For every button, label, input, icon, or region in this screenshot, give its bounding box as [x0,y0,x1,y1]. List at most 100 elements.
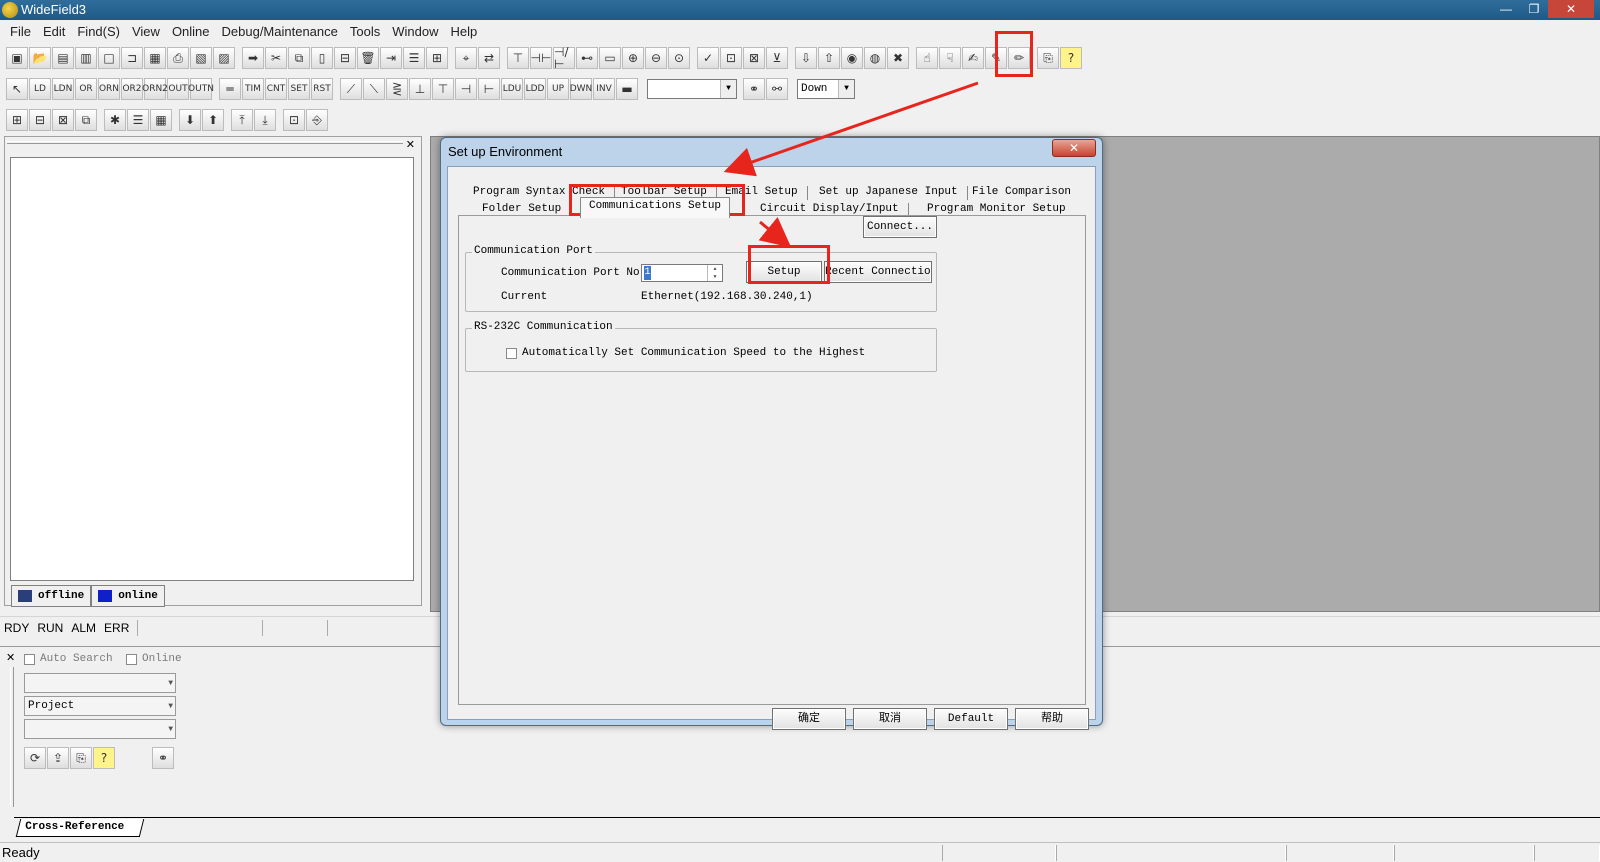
project-tree[interactable] [10,157,414,581]
help-icon[interactable]: ? [1060,47,1082,69]
orn-button[interactable]: ORN [98,78,120,100]
panel-grip[interactable] [10,667,14,807]
port-number-stepper[interactable]: 1 ▲ ▼ [641,264,723,282]
cursor-icon[interactable]: ⊤ [507,47,529,69]
cancel-button[interactable]: 取消 [853,708,927,730]
help-icon[interactable]: ? [93,747,115,769]
cnt-button[interactable]: CNT [265,78,287,100]
paste-special-icon[interactable]: ⊟ [334,47,356,69]
menu-find[interactable]: Find(S) [71,24,126,39]
print-preview-icon[interactable]: ▧ [190,47,212,69]
binoculars-icon[interactable]: ⚭ [152,747,174,769]
open-project-icon[interactable]: 📂 [29,47,51,69]
contact-no-icon[interactable]: ⊣⊢ [530,47,552,69]
function-icon[interactable]: ▭ [599,47,621,69]
set-button[interactable]: SET [288,78,310,100]
compare-icon[interactable]: ⊠ [743,47,765,69]
jump-icon[interactable]: ⎆ [306,109,328,131]
force-off-icon[interactable]: ☟ [939,47,961,69]
ldu-button[interactable]: LDU [501,78,523,100]
tab-communications-setup[interactable]: Communications Setup [580,197,731,218]
move-top-icon[interactable]: ⤒ [231,109,253,131]
block3-icon[interactable]: ⊣ [455,78,477,100]
online-checkbox[interactable]: Online [125,653,182,665]
block2-icon[interactable]: ⊤ [432,78,454,100]
contact-nc-icon[interactable]: ⊣/⊢ [553,46,575,70]
cut-icon[interactable]: ✂ [265,47,287,69]
ld-button[interactable]: LD [29,78,51,100]
find-binoculars-icon[interactable]: ⚭ [743,78,765,100]
line-draw-icon[interactable]: ⟋ [340,78,362,100]
print-setup-icon[interactable]: ▨ [213,47,235,69]
new-file-icon[interactable]: □ [98,47,120,69]
panel-grip[interactable] [7,141,403,144]
close-icon[interactable]: ✕ [6,651,15,664]
filter-combo[interactable]: ▼ [24,719,176,739]
print-project-icon[interactable]: ▥ [75,47,97,69]
copy-icon[interactable]: ⧉ [288,47,310,69]
inv-button[interactable]: INV [593,78,615,100]
or-button[interactable]: OR [75,78,97,100]
plc-read-icon[interactable]: ⇩ [795,47,817,69]
check-icon[interactable]: ✓ [697,47,719,69]
block4-icon[interactable]: ⊢ [478,78,500,100]
refresh-icon[interactable]: ⟳ [24,747,46,769]
monitor-icon[interactable]: ◉ [841,47,863,69]
ldn-button[interactable]: LDN [52,78,74,100]
save-project-icon[interactable]: ▤ [52,47,74,69]
close-icon[interactable]: ✕ [406,138,415,151]
tab-file-comparison[interactable]: File Comparison [963,183,1080,201]
close-button[interactable]: ✕ [1548,0,1594,18]
grid-view-icon[interactable]: ▦ [150,109,172,131]
insert-row-icon[interactable]: ⊞ [6,109,28,131]
hline-icon[interactable]: ═ [219,78,241,100]
move-down-icon[interactable]: ⬇ [179,109,201,131]
insert-icon[interactable]: ⇥ [380,47,402,69]
stepper-down-icon[interactable]: ▼ [708,273,722,281]
scope-combo[interactable]: Project ▼ [24,696,176,716]
find-icon[interactable]: ⌖ [455,47,477,69]
tim-button[interactable]: TIM [242,78,264,100]
bookmark-icon[interactable]: ⊡ [283,109,305,131]
new-project-icon[interactable]: ▣ [6,47,28,69]
insert-column-icon[interactable]: ⊟ [29,109,51,131]
run-stop-icon[interactable]: ◍ [864,47,886,69]
orn2-button[interactable]: ORN2 [142,78,168,100]
transfer-icon[interactable]: ➡ [242,47,264,69]
menu-window[interactable]: Window [386,24,444,39]
menu-tools[interactable]: Tools [344,24,386,39]
block-icon[interactable]: ⊥ [409,78,431,100]
search-device-combo[interactable]: ▼ [24,673,176,693]
compare-op-icon[interactable]: ⋛ [386,78,408,100]
verify-icon[interactable]: ⊻ [766,47,788,69]
tab-cross-reference[interactable]: Cross-Reference [15,819,145,837]
tab-japanese-input[interactable]: Set up Japanese Input [810,183,968,201]
stepper-up-icon[interactable]: ▲ [708,265,722,273]
delete-row-icon[interactable]: ⊠ [52,109,74,131]
export-icon[interactable]: ⎘ [70,747,92,769]
line-erase-icon[interactable]: ⟍ [363,78,385,100]
select-cursor-icon[interactable]: ↖ [6,78,28,100]
zoom-in-icon[interactable]: ⊕ [622,47,644,69]
environment-setup-icon[interactable]: ⎘ [1037,47,1059,69]
compile-icon[interactable]: ⊡ [720,47,742,69]
plc-write-icon[interactable]: ⇧ [818,47,840,69]
delete-column-icon[interactable]: ⧉ [75,109,97,131]
tab-offline[interactable]: offline [11,585,92,607]
find-next-icon[interactable]: ⚯ [766,78,788,100]
default-button[interactable]: Default [934,708,1008,730]
or2-button[interactable]: OR2 [121,78,143,100]
list-icon[interactable]: ☰ [403,47,425,69]
recent-connections-button[interactable]: Recent Connections [824,261,932,283]
save-file-icon[interactable]: ▦ [144,47,166,69]
rst-button[interactable]: RST [311,78,333,100]
move-bottom-icon[interactable]: ⤓ [254,109,276,131]
dialog-close-button[interactable]: ✕ [1052,139,1096,157]
out-button[interactable]: OUT [167,78,189,100]
menu-file[interactable]: File [4,24,37,39]
print-icon[interactable]: ⎙ [167,47,189,69]
ok-button[interactable]: 确定 [772,708,846,730]
tab-online[interactable]: online [91,585,165,607]
block-end-icon[interactable]: ▬ [616,78,638,100]
set-value-icon[interactable]: ✍ [962,47,984,69]
